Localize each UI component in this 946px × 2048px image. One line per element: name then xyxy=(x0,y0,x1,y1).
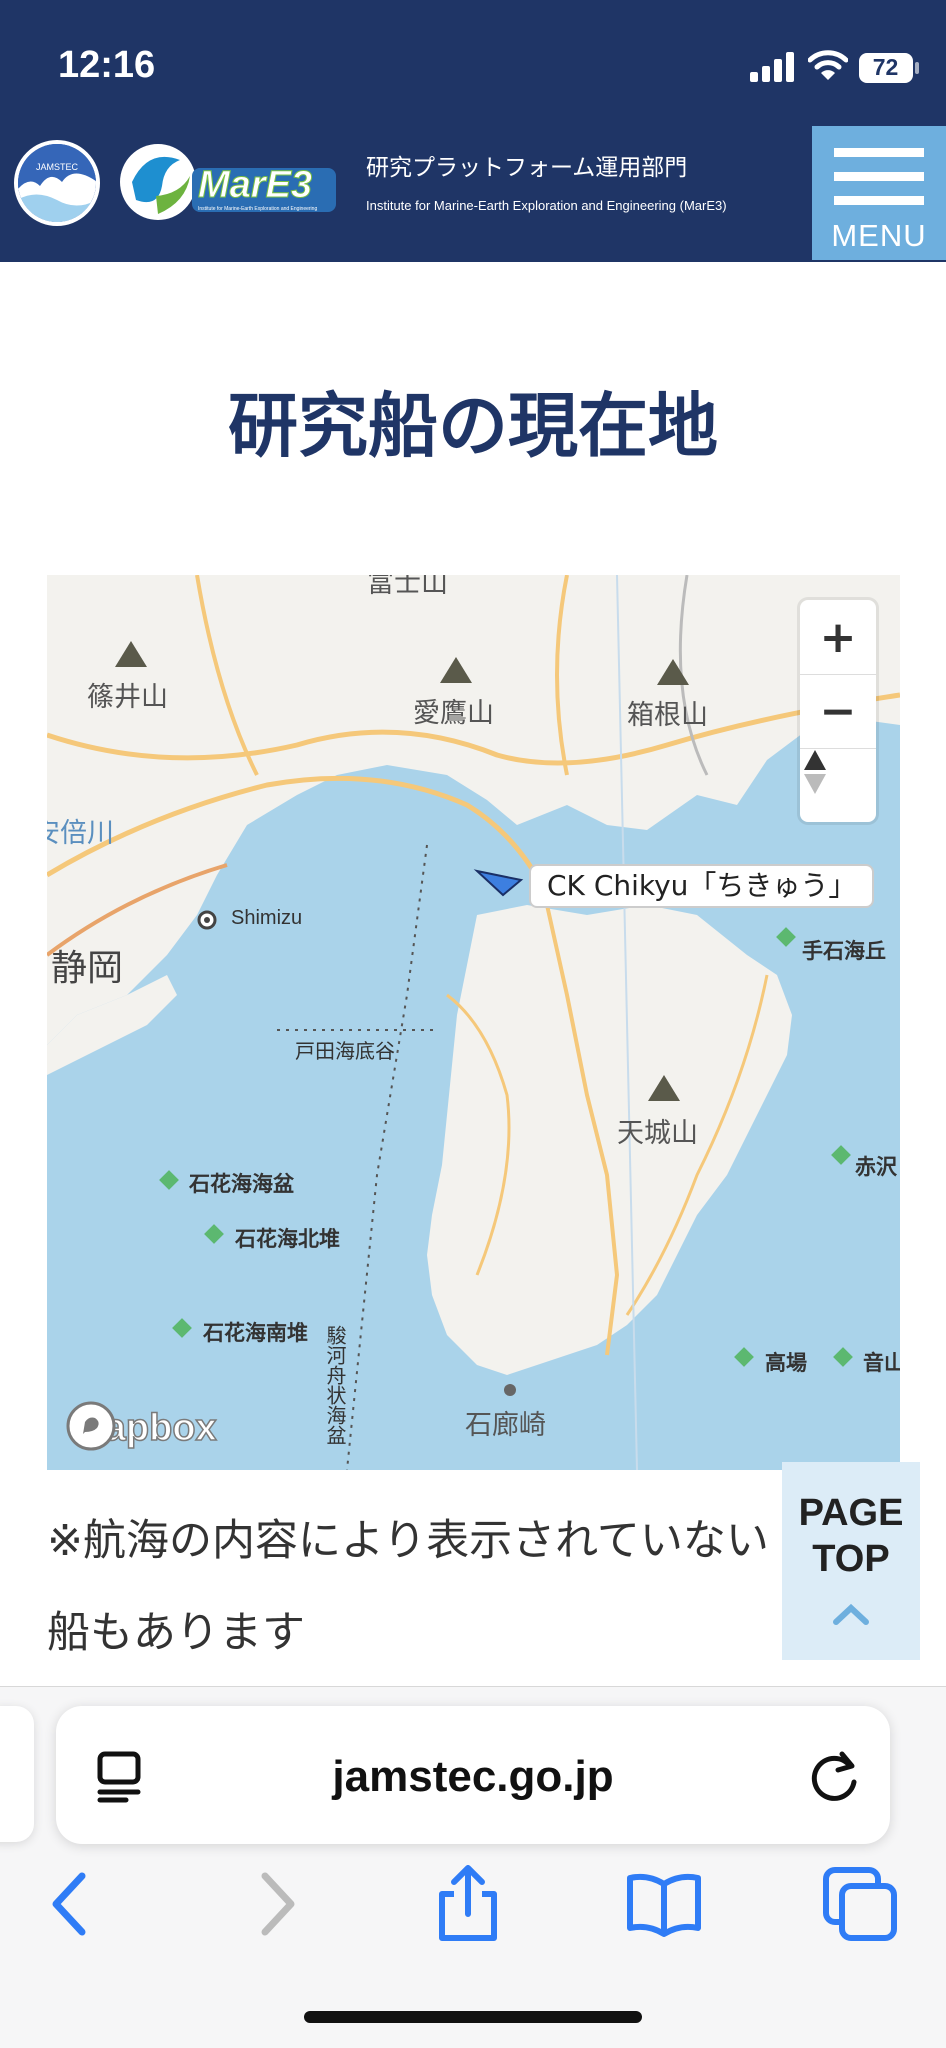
share-icon[interactable] xyxy=(428,1864,508,1944)
ship-label-chikyu[interactable]: CK Chikyu「ちきゅう」 xyxy=(529,864,875,908)
ship-location-map[interactable]: 篠井山 愛鷹山 箱根山 安倍川 静岡 Shimizu 手石海丘 戸田海底谷 天城… xyxy=(47,575,900,1470)
map-label-abe: 安倍川 xyxy=(47,818,114,849)
map-label-sekka-south: 石花海南堆 xyxy=(203,1321,308,1345)
map-label-heda: 戸田海底谷 xyxy=(295,1039,395,1063)
address-bar[interactable]: jamstec.go.jp xyxy=(56,1706,890,1844)
map-label-suruga-trough: 駿河舟状海盆 xyxy=(323,1325,347,1445)
status-time: 12:16 xyxy=(58,44,156,86)
url-text: jamstec.go.jp xyxy=(332,1752,614,1801)
page-title: 研究船の現在地 xyxy=(228,385,718,467)
ship-visibility-note: ※航海の内容により表示されていない船もあります xyxy=(47,1516,769,1658)
map-label-shizuoka: 静岡 xyxy=(51,948,124,989)
battery-level: 72 xyxy=(872,54,899,80)
page-top-button[interactable]: PAGE TOP xyxy=(782,1462,920,1660)
previous-tab-preview[interactable] xyxy=(0,1706,34,1842)
mare3-logo[interactable]: MarE3 Institute for Marine-Earth Explora… xyxy=(118,138,340,224)
map-label-teishi: 手石海丘 xyxy=(802,939,886,963)
home-indicator xyxy=(304,2011,642,2023)
map-label-fuji-partial: 富士山 xyxy=(367,575,448,599)
cellular-signal-icon xyxy=(750,52,794,82)
chevron-up-icon xyxy=(833,1603,869,1625)
mare3-logo-subtext: Institute for Marine-Earth Exploration a… xyxy=(198,206,318,212)
menu-button[interactable]: MENU xyxy=(812,126,946,260)
page-top-label: PAGE TOP xyxy=(798,1492,904,1580)
map-label-sekka-north: 石花海北堆 xyxy=(235,1227,340,1251)
map-label-otoyama: 音山 xyxy=(863,1351,900,1375)
battery-icon: 72 xyxy=(858,52,920,84)
map-label-akasawa: 赤沢 xyxy=(855,1155,897,1179)
jamstec-logo[interactable]: JAMSTEC xyxy=(14,140,100,226)
map-label-iro: 石廊崎 xyxy=(465,1410,546,1441)
map-zoom-controls: + − xyxy=(800,600,876,822)
department-subtitle: Institute for Marine-Earth Exploration a… xyxy=(366,198,727,213)
mare3-logo-text: MarE3 xyxy=(197,164,313,207)
mapbox-logo-icon xyxy=(66,1401,116,1451)
map-label-shinoi: 篠井山 xyxy=(87,682,168,713)
forward-icon[interactable] xyxy=(235,1864,315,1944)
bookmarks-icon[interactable] xyxy=(624,1864,704,1944)
department-title: 研究プラットフォーム運用部門 xyxy=(366,155,688,181)
site-header: 12:16 72 JAMSTEC MarE3 Institute for Mar… xyxy=(0,0,946,262)
map-label-hakone: 箱根山 xyxy=(627,700,708,731)
map-label-shimizu: Shimizu xyxy=(231,907,303,929)
map-label-sekka-basin: 石花海海盆 xyxy=(189,1172,294,1196)
tabs-icon[interactable] xyxy=(820,1864,900,1944)
wifi-icon xyxy=(808,50,848,80)
zoom-out-button[interactable]: − xyxy=(800,674,876,748)
hamburger-icon xyxy=(834,148,924,157)
menu-label: MENU xyxy=(831,218,927,253)
reload-icon[interactable] xyxy=(808,1748,862,1804)
map-label-ashitaka: 愛鷹山 xyxy=(413,698,494,729)
jamstec-logo-text: JAMSTEC xyxy=(35,162,78,172)
map-label-takaba: 高場 xyxy=(765,1351,807,1375)
compass-button[interactable] xyxy=(800,748,876,822)
zoom-in-button[interactable]: + xyxy=(800,600,876,674)
compass-icon xyxy=(804,750,826,794)
mapbox-attribution[interactable]: mapbox xyxy=(65,1400,217,1456)
map-label-amagi: 天城山 xyxy=(617,1118,698,1149)
back-icon[interactable] xyxy=(32,1864,112,1944)
